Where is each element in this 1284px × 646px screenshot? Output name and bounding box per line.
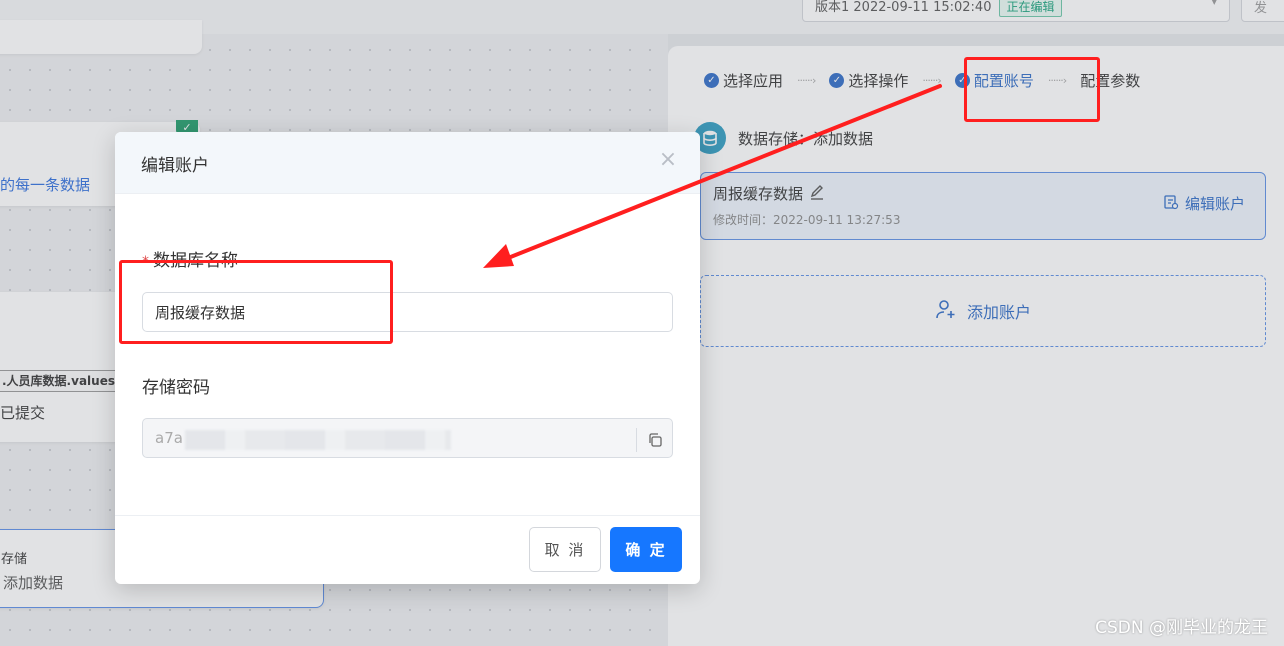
confirm-button[interactable]: 确 定 [610,527,682,572]
copy-icon[interactable] [636,428,672,452]
watermark: CSDN @刚毕业的龙王 [1095,618,1268,638]
dialog-header: 编辑账户 × [115,132,700,194]
dialog-title: 编辑账户 [141,156,209,176]
required-mark: * [142,254,149,270]
password-label: 存储密码 [142,378,210,398]
edit-account-dialog: 编辑账户 × *数据库名称 存储密码 取 消 确 定 [115,132,700,584]
db-name-label: * 数据库名称 [142,251,238,271]
redaction-blur [185,430,451,450]
db-name-input[interactable] [142,292,673,332]
dialog-footer: 取 消 确 定 [115,515,700,584]
close-icon[interactable]: × [658,149,678,172]
cancel-button[interactable]: 取 消 [529,527,601,572]
